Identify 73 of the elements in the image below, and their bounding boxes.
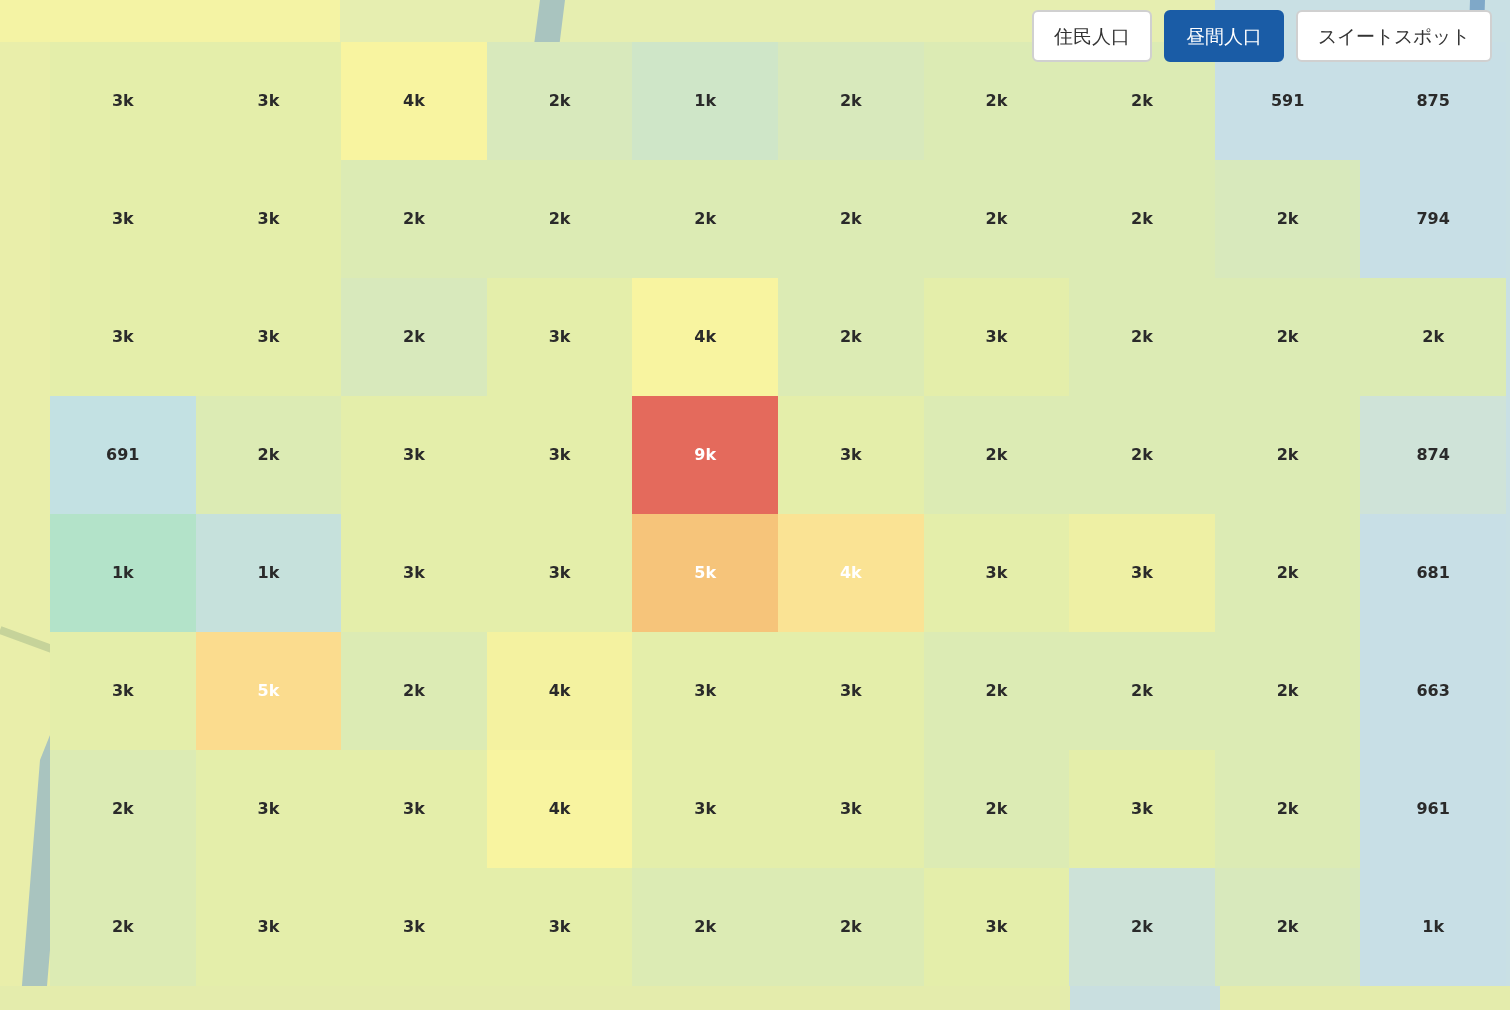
population-cell: 2k (632, 160, 778, 278)
population-cell: 3k (923, 868, 1070, 986)
population-cell: 3k (195, 278, 342, 396)
population-cell: 3k (50, 160, 196, 278)
population-cell: 3k (341, 514, 487, 632)
population-cell: 3k (486, 868, 633, 986)
population-cell: 1k (195, 514, 342, 632)
population-cell: 5k (195, 632, 342, 750)
population-cell: 3k (341, 868, 487, 986)
population-cell: 1k (632, 42, 778, 160)
population-cell: 3k (341, 396, 487, 514)
population-cell: 3k (778, 750, 924, 868)
population-cell: 3k (486, 514, 633, 632)
population-cell: 2k (1214, 514, 1361, 632)
population-cell: 3k (1069, 514, 1215, 632)
population-cell: 3k (195, 750, 342, 868)
population-cell: 3k (341, 750, 487, 868)
population-cell: 691 (50, 396, 196, 514)
population-cell: 3k (923, 514, 1070, 632)
population-cell: 2k (1214, 396, 1361, 514)
population-cell: 2k (923, 750, 1070, 868)
population-cell: 1k (50, 514, 196, 632)
population-cell: 3k (486, 396, 633, 514)
population-cell: 2k (195, 396, 342, 514)
population-cell: 2k (632, 868, 778, 986)
population-cell: 5k (632, 514, 778, 632)
population-cell: 2k (1214, 868, 1361, 986)
population-cell: 9k (632, 396, 778, 514)
population-cell: 874 (1360, 396, 1506, 514)
population-cell: 2k (778, 160, 924, 278)
population-cell: 4k (341, 42, 487, 160)
population-cell: 3k (195, 42, 342, 160)
population-cell: 2k (1069, 278, 1215, 396)
population-cell: 3k (486, 278, 633, 396)
population-cell: 2k (1214, 632, 1361, 750)
population-cell: 2k (923, 160, 1070, 278)
population-cell: 3k (195, 160, 342, 278)
population-cell: 2k (1069, 396, 1215, 514)
population-cell: 4k (632, 278, 778, 396)
population-cell: 3k (1069, 750, 1215, 868)
population-cell: 3k (778, 396, 924, 514)
population-cell: 2k (923, 632, 1070, 750)
population-cell: 3k (632, 632, 778, 750)
population-cell: 2k (923, 396, 1070, 514)
population-cell: 2k (341, 632, 487, 750)
population-cell: 2k (1069, 868, 1215, 986)
population-cell: 2k (486, 160, 633, 278)
population-cell: 3k (50, 42, 196, 160)
view-toggle-button[interactable]: スイートスポット (1296, 10, 1492, 62)
population-cell: 4k (486, 750, 633, 868)
population-cell: 2k (1069, 160, 1215, 278)
population-cell: 2k (486, 42, 633, 160)
population-cell: 2k (778, 42, 924, 160)
population-cell: 4k (486, 632, 633, 750)
population-cell: 2k (50, 868, 196, 986)
population-cell: 2k (1360, 278, 1506, 396)
population-cell: 2k (1214, 750, 1361, 868)
population-cell: 2k (778, 868, 924, 986)
population-cell: 3k (50, 632, 196, 750)
population-cell: 3k (50, 278, 196, 396)
population-cell: 2k (1069, 632, 1215, 750)
population-cell: 4k (778, 514, 924, 632)
population-cell: 2k (50, 750, 196, 868)
population-cell: 3k (632, 750, 778, 868)
population-cell: 2k (341, 160, 487, 278)
population-cell: 3k (778, 632, 924, 750)
population-cell: 2k (778, 278, 924, 396)
population-cell: 3k (923, 278, 1070, 396)
population-cell: 2k (1214, 278, 1361, 396)
population-cell: 2k (1214, 160, 1361, 278)
population-cell: 2k (341, 278, 487, 396)
population-cell: 3k (195, 868, 342, 986)
view-toggle-button[interactable]: 昼間人口 (1164, 10, 1284, 62)
